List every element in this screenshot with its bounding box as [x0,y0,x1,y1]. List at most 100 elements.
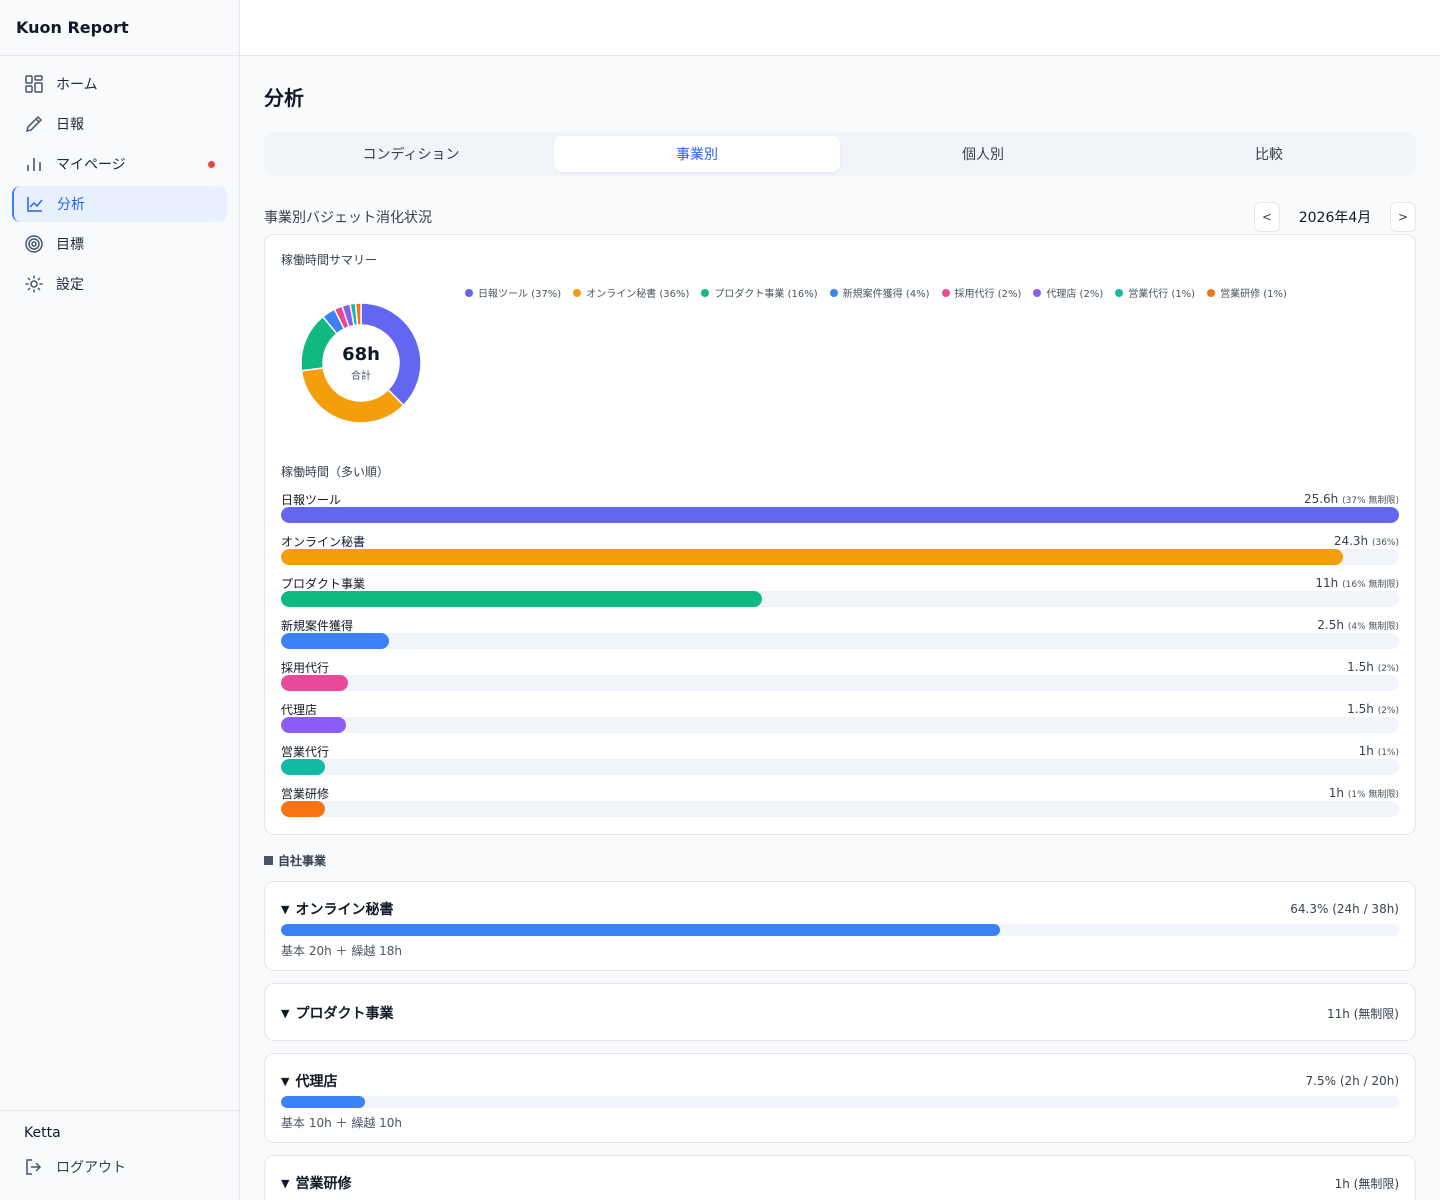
bar-track [281,717,1399,733]
legend-swatch [573,288,582,297]
budget-progress-track [281,1096,1399,1108]
donut-slice [360,302,422,407]
legend-swatch [941,288,950,297]
bar-note: (4% 無制限) [1347,622,1399,632]
grid-icon [24,74,44,94]
bar-fill [281,675,349,691]
bar-note: (36%) [1371,538,1399,548]
sidebar: Kuon Report ホーム 日報 マイページ 分析 目標 設定 Ketta … [0,0,240,1200]
business-card-header: ▼ 営業研修 1h (無制限) [281,1172,1399,1194]
bar-value: 24.3h (36%) [1334,534,1399,548]
bar-hours: 1h [1358,744,1374,758]
bar-hours: 1.5h [1347,660,1374,674]
bar-value: 1h (1% 無制限) [1329,786,1399,800]
sidebar-item-mypage[interactable]: マイページ [12,146,227,182]
bar-note: (2%) [1377,664,1399,674]
bar-label: 新規案件獲得 [281,618,354,633]
user-name: Ketta [24,1125,61,1141]
bar-fill [281,801,325,817]
sidebar-item-label: 目標 [56,237,84,253]
bar-label: 日報ツール [281,492,342,507]
budget-progress-track [281,924,1399,936]
legend-swatch [1115,288,1124,297]
tab-compare[interactable]: 比較 [1126,136,1412,172]
bar-header: 営業研修 1h (1% 無制限) [281,785,1399,801]
bar-track [281,759,1399,775]
tab-by-person[interactable]: 個人別 [840,136,1126,172]
sidebar-item-daily-report[interactable]: 日報 [12,106,227,142]
legend-item: オンライン秘書 (36%) [573,285,689,300]
business-value: 64.3% (24h / 38h) [1290,902,1399,916]
bar-header: オンライン秘書 24.3h (36%) [281,533,1399,549]
legend-item: プロダクト事業 (16%) [701,285,818,300]
business-card: ▼ 代理店 7.5% (2h / 20h) 基本 10h ＋ 繰越 10h [264,1053,1416,1143]
tab-by-business[interactable]: 事業別 [554,136,840,172]
legend-swatch [829,288,838,297]
business-toggle[interactable]: ▼ 代理店 [281,1071,337,1091]
page-title: 分析 [264,86,304,110]
bar-hours: 11h [1315,576,1339,590]
bar-value: 1h (1%) [1359,744,1399,758]
gear-icon [24,274,44,294]
bar-note: (16% 無制限) [1342,580,1399,590]
tab-condition[interactable]: コンディション [268,136,554,172]
group-label-text: 自社事業 [278,853,327,868]
bar-hours: 24.3h [1333,534,1369,548]
sidebar-item-settings[interactable]: 設定 [12,266,227,302]
bar-row: 代理店 1.5h (2%) [281,701,1399,743]
legend-label: 代理店 (2%) [1046,289,1104,300]
sidebar-item-analysis[interactable]: 分析 [12,186,227,222]
bar-fill [281,549,1344,565]
legend-swatch [1033,288,1042,297]
bar-header: 営業代行 1h (1%) [281,743,1399,759]
bar-note: (1%) [1377,748,1399,758]
donut-chart [300,302,422,424]
sidebar-item-home[interactable]: ホーム [12,66,227,102]
budget-progress-fill [281,1096,365,1108]
bar-track [281,633,1399,649]
bar-hours: 1.5h [1347,702,1374,716]
bar-value: 25.6h (37% 無制限) [1304,492,1399,506]
line-chart-icon [25,194,45,214]
business-card-header: ▼ 代理店 7.5% (2h / 20h) [281,1070,1399,1092]
bar-label: 営業代行 [281,744,330,759]
prev-month-button[interactable]: < [1254,202,1280,232]
bar-hours: 25.6h [1303,492,1339,506]
next-month-button[interactable]: > [1390,202,1416,232]
legend-item: 営業研修 (1%) [1207,285,1287,300]
bar-label: 営業研修 [281,786,330,801]
bar-row: プロダクト事業 11h (16% 無制限) [281,575,1399,617]
bar-fill [281,717,346,733]
bar-track [281,801,1399,817]
donut-slice [300,367,405,424]
bar-value: 11h (16% 無制限) [1315,576,1399,590]
caret-down-icon: ▼ [281,1074,290,1088]
bar-fill [281,591,762,607]
sidebar-item-label: 設定 [56,277,84,293]
bar-chart-icon [24,154,44,174]
logout-button[interactable]: ログアウト [24,1157,215,1177]
bar-track [281,549,1399,565]
legend-item: 採用代行 (2%) [941,285,1021,300]
business-name: 営業研修 [295,1176,352,1192]
business-name: 代理店 [295,1074,338,1090]
bar-row: オンライン秘書 24.3h (36%) [281,533,1399,575]
business-name: プロダクト事業 [295,1006,394,1022]
business-name: オンライン秘書 [295,902,394,918]
bar-value: 1.5h (2%) [1347,660,1399,674]
target-icon [24,234,44,254]
hours-bar-list: 日報ツール 25.6h (37% 無制限) オンライン秘書 24.3h (36%) プロ… [281,491,1399,827]
bar-fill [281,507,1399,523]
bar-row: 営業研修 1h (1% 無制限) [281,785,1399,827]
bar-value: 2.5h (4% 無制限) [1317,618,1399,632]
sidebar-item-goals[interactable]: 目標 [12,226,227,262]
business-card: ▼ オンライン秘書 64.3% (24h / 38h) 基本 20h ＋ 繰越 … [264,881,1416,971]
business-toggle[interactable]: ▼ 営業研修 [281,1173,351,1193]
section-header: 事業別バジェット消化状況 < 2026年4月 > [264,202,1416,232]
caret-down-icon: ▼ [281,1006,290,1020]
business-toggle[interactable]: ▼ オンライン秘書 [281,899,393,919]
sidebar-item-label: ホーム [56,77,98,93]
business-toggle[interactable]: ▼ プロダクト事業 [281,1003,393,1023]
work-hours-summary-card: 稼働時間サマリー 日報ツール (37%) オンライン秘書 (36%) プロダクト事業… [264,234,1416,835]
pencil-icon [24,114,44,134]
